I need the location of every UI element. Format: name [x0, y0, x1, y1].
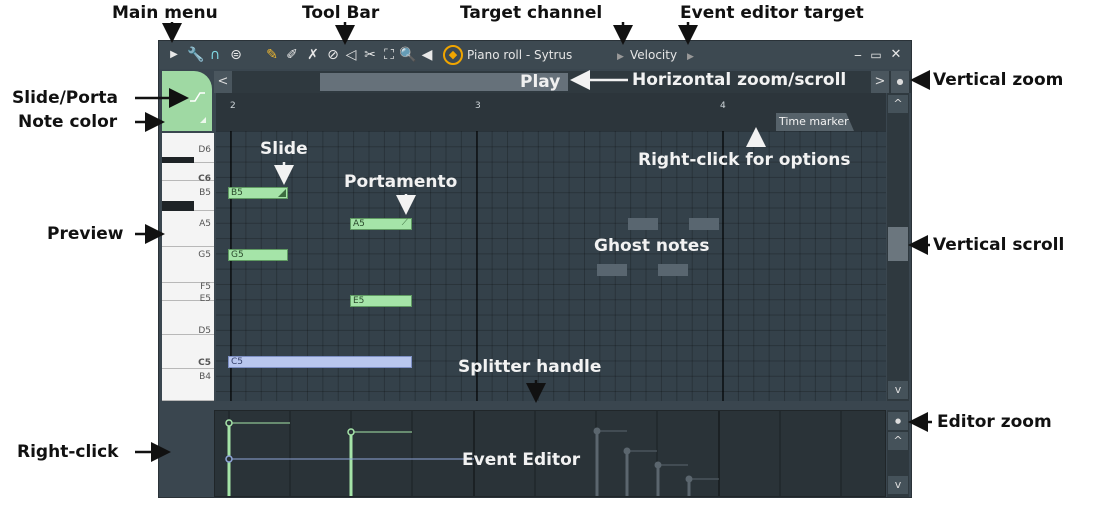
annotation-target-channel: Target channel [460, 3, 603, 23]
slide-icon[interactable] [162, 71, 212, 131]
splitter-handle[interactable] [159, 403, 911, 409]
brush-icon[interactable]: ✐ [283, 46, 301, 64]
scroll-right-button[interactable]: > [871, 71, 889, 93]
window-title[interactable]: Piano roll - Sytrus [467, 47, 572, 63]
key-label: A5 [199, 219, 211, 229]
key-label: B5 [199, 188, 211, 198]
wrench-icon[interactable]: 🔧 [187, 46, 205, 64]
note[interactable]: C5 [228, 356, 412, 368]
key-label: F5 [200, 282, 211, 292]
key-label: D6 [198, 145, 211, 155]
annotation-event-editor-target: Event editor target [680, 3, 864, 23]
annotation-splitter-handle: Splitter handle [458, 357, 602, 377]
piano-key[interactable] [162, 211, 214, 247]
annotation-right-click-options: Right-click for options [638, 150, 851, 170]
annotation-right-click: Right-click [17, 442, 119, 462]
annotation-note-color: Note color [18, 112, 118, 132]
editor-scroll-up-button[interactable]: ^ [888, 432, 908, 450]
bar-number: 3 [475, 101, 481, 111]
vertical-scrollbar[interactable]: ^ v [887, 93, 909, 401]
piano-roll-window: ▶ 🔧 ∩ ⊜ ✎ ✐ ✗ ⊘ ◁ ✂ ⛶ 🔍 ◀ ◆ Piano roll -… [158, 40, 912, 498]
scroll-up-button[interactable]: ^ [888, 95, 908, 113]
event-editor-scrollbar[interactable]: ● ^ v [887, 410, 909, 497]
vertical-zoom-button[interactable]: ● [891, 71, 909, 93]
annotation-event-editor: Event Editor [462, 450, 581, 470]
scroll-down-button[interactable]: v [888, 381, 908, 399]
speaker-mute-icon[interactable]: ◁ [342, 46, 360, 64]
target-channel-icon[interactable]: ◆ [443, 45, 463, 65]
mute-tool-icon[interactable]: ⊘ [324, 46, 342, 64]
key-label: C5 [198, 358, 211, 368]
slice-tool-icon[interactable]: ✂ [361, 46, 379, 64]
key-label: G5 [198, 250, 211, 260]
piano-key-black[interactable] [162, 201, 194, 211]
event-target-chevron-icon: ▶ [687, 52, 694, 62]
annotation-vertical-scroll: Vertical scroll [933, 235, 1065, 255]
zoom-tool-icon[interactable]: 🔍 [399, 46, 417, 64]
bar-number: 2 [230, 101, 236, 111]
vertical-scroll-thumb[interactable] [888, 227, 908, 261]
key-label: E5 [199, 294, 211, 304]
annotation-horizontal-zoom-scroll: Horizontal zoom/scroll [632, 70, 847, 90]
annotation-vertical-zoom: Vertical zoom [933, 70, 1064, 90]
pencil-icon[interactable]: ✎ [263, 46, 281, 64]
annotation-tool-bar: Tool Bar [302, 3, 380, 23]
note[interactable]: G5 [228, 249, 288, 261]
main-menu-icon[interactable]: ▶ [165, 46, 183, 64]
ghost-note [597, 264, 627, 276]
timeline[interactable]: 2 3 4 Time marker [216, 93, 886, 131]
snap-icon[interactable]: ⊜ [227, 46, 245, 64]
slide-porta-note-color[interactable] [162, 71, 212, 131]
annotation-slide-porta: Slide/Porta [12, 88, 118, 108]
key-label: D5 [198, 326, 211, 336]
scroll-left-button[interactable]: < [214, 71, 232, 93]
ghost-note [658, 264, 688, 276]
close-icon[interactable]: ✕ [887, 46, 905, 64]
target-channel-chevron-icon: ▶ [617, 52, 624, 62]
minimize-icon[interactable]: ‒ [849, 46, 867, 64]
event-target-label[interactable]: Velocity [630, 47, 677, 63]
annotation-preview: Preview [47, 224, 124, 244]
annotation-main-menu: Main menu [112, 3, 218, 23]
key-label: B4 [199, 372, 211, 382]
note-label: A5 [353, 219, 365, 229]
toolbar: ▶ 🔧 ∩ ⊜ ✎ ✐ ✗ ⊘ ◁ ✂ ⛶ 🔍 ◀ ◆ Piano roll -… [159, 41, 911, 69]
note[interactable]: E5 [350, 295, 412, 307]
piano-keyboard[interactable]: D6 C6 B5 A5 G5 F5 E5 D5 C5 B4 [162, 133, 214, 401]
time-marker[interactable]: Time marker [776, 113, 854, 131]
ghost-note [628, 218, 658, 230]
playback-icon[interactable]: ◀ [418, 46, 436, 64]
note-portamento[interactable]: A5 ⟋ [350, 218, 412, 230]
editor-zoom-button[interactable]: ● [888, 412, 908, 430]
slide-icon [278, 189, 286, 197]
note-label: B5 [231, 188, 243, 198]
select-tool-icon[interactable]: ⛶ [380, 46, 398, 64]
magnet-icon[interactable]: ∩ [206, 46, 224, 64]
delete-tool-icon[interactable]: ✗ [304, 46, 322, 64]
key-label: C6 [198, 174, 211, 184]
play-label: Play [520, 72, 561, 92]
bar-number: 4 [720, 101, 726, 111]
annotation-ghost-notes: Ghost notes [594, 236, 710, 256]
note-slide[interactable]: B5 [228, 187, 288, 199]
ghost-note [689, 218, 719, 230]
maximize-icon[interactable]: ▭ [867, 46, 885, 64]
portamento-icon: ⟋ [401, 218, 408, 228]
annotation-slide: Slide [260, 139, 308, 159]
editor-scroll-down-button[interactable]: v [888, 476, 908, 494]
annotation-editor-zoom: Editor zoom [937, 412, 1052, 432]
annotation-portamento: Portamento [344, 172, 458, 192]
